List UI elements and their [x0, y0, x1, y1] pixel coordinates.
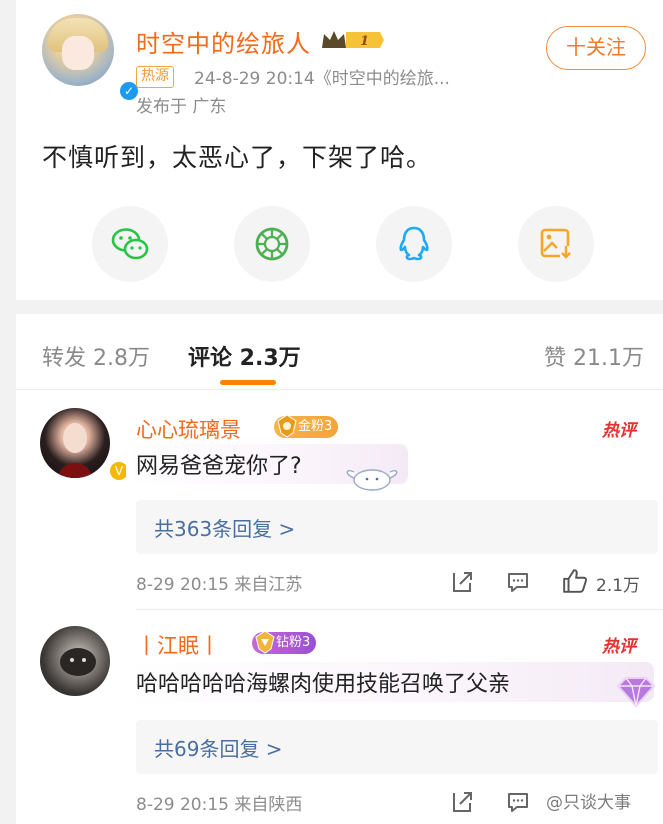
comment-icon[interactable] — [506, 790, 530, 814]
tab-reposts[interactable]: 转发 2.8万 — [42, 340, 150, 372]
view-replies-button[interactable]: 共363条回复 > — [136, 500, 658, 554]
forward-icon[interactable] — [450, 790, 474, 814]
comment-text: 哈哈哈哈哈海螺肉使用技能召唤了父亲 — [126, 662, 654, 702]
diamond-decoration-icon — [616, 677, 656, 708]
fan-badge: 钻粉3 — [252, 630, 317, 654]
share-wechat-button[interactable] — [92, 206, 168, 282]
hot-source-tag: 热源 — [136, 66, 174, 88]
comment-meta: 8-29 20:15 来自陕西 — [136, 795, 303, 815]
forward-icon[interactable] — [450, 570, 474, 594]
active-tab-indicator — [220, 380, 276, 385]
commenter-avatar[interactable] — [40, 626, 110, 696]
author-avatar[interactable]: ✓ — [42, 14, 140, 102]
save-image-button[interactable] — [518, 206, 594, 282]
hot-comment-label: 热评 — [602, 637, 636, 657]
tab-comments[interactable]: 评论 2.3万 — [188, 340, 301, 372]
share-moments-button[interactable] — [234, 206, 310, 282]
weibo-post: ✓ 时空中的绘旅人 1 热源 24-8-29 20:14《时空中的绘旅... 发… — [16, 0, 663, 300]
avatar-portrait — [58, 423, 92, 478]
post-location: 发布于 广东 — [136, 97, 227, 117]
share-row — [92, 206, 612, 282]
interaction-tabs: 转发 2.8万 评论 2.3万 赞 21.1万 — [16, 314, 663, 390]
tab-likes[interactable]: 赞 21.1万 — [544, 340, 644, 372]
comment-meta: 8-29 20:15 来自江苏 — [136, 575, 303, 595]
post-text: 不慎听到，太恶心了，下架了哈。 — [42, 143, 433, 172]
post-meta[interactable]: 24-8-29 20:14《时空中的绘旅... — [194, 64, 450, 89]
save-image-icon — [540, 228, 572, 260]
replies-count-link[interactable]: 共363条回复 > — [154, 513, 295, 542]
hot-comment-label: 热评 — [602, 421, 636, 441]
replies-count-link[interactable]: 共69条回复 > — [154, 733, 283, 762]
commenter-name[interactable]: 丨江眠丨 — [136, 630, 220, 660]
avatar-pet-photo — [60, 648, 96, 676]
follow-button[interactable]: 十关注 — [546, 26, 646, 70]
author-name[interactable]: 时空中的绘旅人 — [136, 24, 311, 59]
fan-badge-label: 金粉3 — [298, 419, 333, 434]
fan-badge-label: 钻粉3 — [276, 635, 311, 650]
commenter-avatar[interactable] — [40, 408, 110, 478]
gold-fan-icon — [277, 414, 297, 438]
view-replies-button[interactable]: 共69条回复 > — [136, 720, 658, 774]
left-edge-strip — [0, 0, 16, 824]
like-icon[interactable] — [562, 568, 588, 594]
diamond-fan-icon — [255, 630, 275, 654]
comment-icon[interactable] — [506, 570, 530, 594]
like-count: 2.1万 — [596, 576, 641, 596]
cinnamoroll-sticker-icon — [346, 469, 398, 491]
moments-icon — [255, 227, 289, 261]
wechat-icon — [111, 228, 149, 260]
qq-icon — [399, 226, 429, 261]
comment-item: V 心心琉璃景 金粉3 热评 网易爸爸宠你了? 共363条回复 > 8-29 2… — [16, 390, 663, 610]
crown-level: 1 — [360, 34, 369, 49]
avatar-face — [62, 36, 94, 70]
section-divider — [16, 300, 663, 314]
commenter-name[interactable]: 心心琉璃景 — [136, 414, 241, 444]
share-qq-button[interactable] — [376, 206, 452, 282]
watermark: @只谈大事 — [546, 793, 631, 813]
member-crown-icon: 1 — [322, 31, 384, 49]
fan-badge: 金粉3 — [274, 414, 339, 438]
